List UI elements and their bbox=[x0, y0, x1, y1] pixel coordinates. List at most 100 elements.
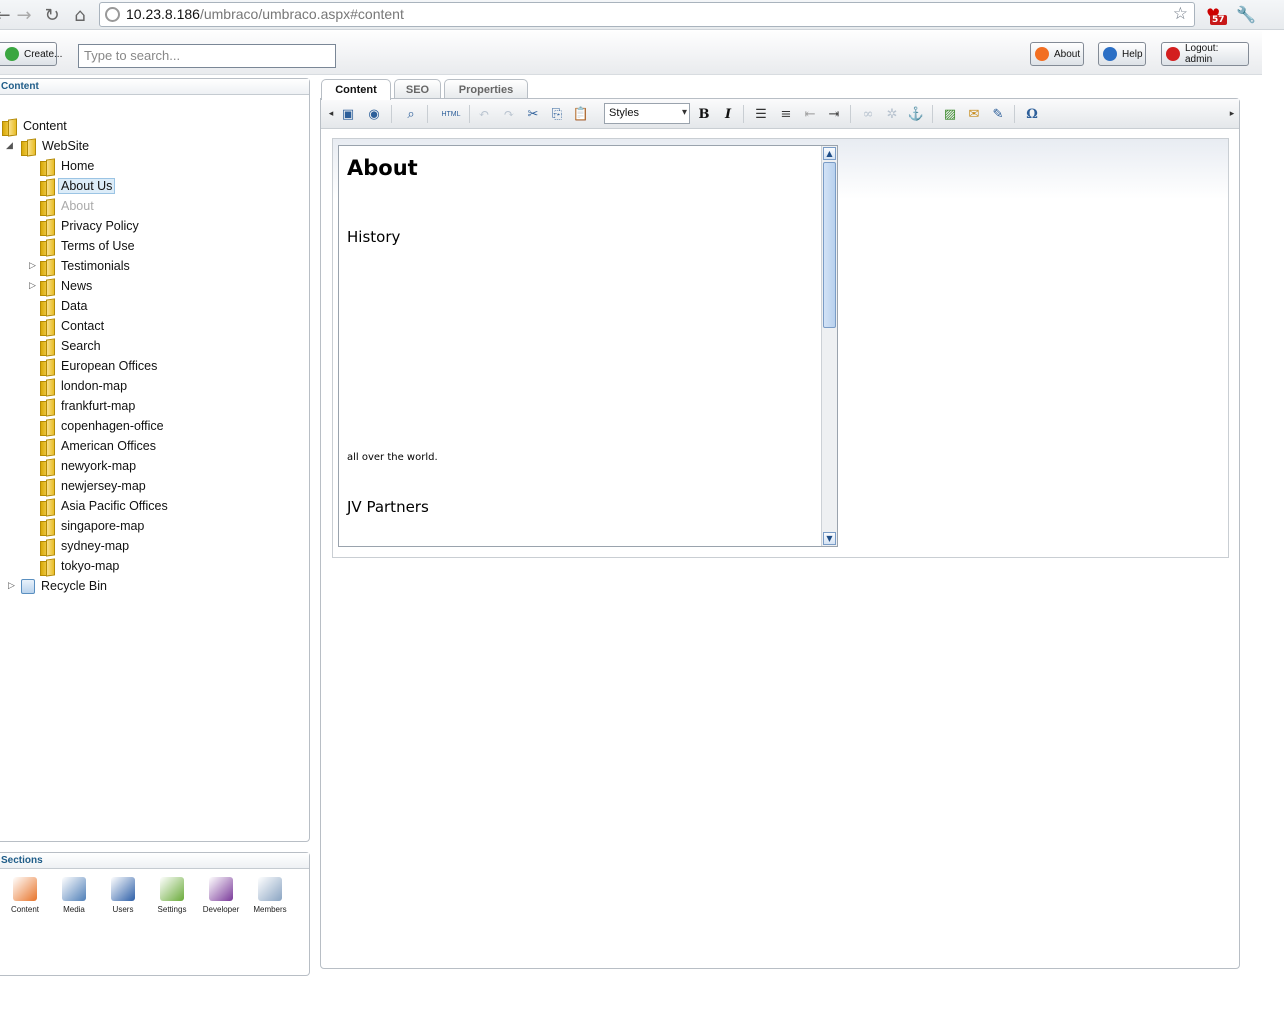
save-publish-icon[interactable]: ◉ bbox=[366, 106, 382, 122]
extension-icon[interactable]: ♥ 57 bbox=[1204, 4, 1227, 26]
outdent-icon[interactable]: ⇤ bbox=[802, 106, 818, 122]
section-users[interactable]: Users bbox=[103, 877, 143, 914]
back-icon[interactable]: ← bbox=[0, 4, 14, 26]
tree-item[interactable]: frankfurt-map bbox=[28, 396, 135, 416]
tree-item[interactable]: newjersey-map bbox=[28, 476, 146, 496]
developer-section-icon bbox=[209, 877, 233, 901]
reload-icon[interactable]: ↻ bbox=[41, 4, 63, 26]
italic-label: I bbox=[724, 106, 732, 122]
indent-icon[interactable]: ⇥ bbox=[826, 106, 842, 122]
tab-seo[interactable]: SEO bbox=[394, 79, 441, 99]
rich-text-editor[interactable]: About History all over the world. JV Par… bbox=[338, 145, 838, 547]
collapse-arrow-icon[interactable]: ▷ bbox=[8, 580, 15, 591]
section-label: Users bbox=[112, 905, 134, 914]
folder-icon bbox=[40, 439, 55, 456]
section-content[interactable]: Content bbox=[5, 877, 45, 914]
tree-item-label: frankfurt-map bbox=[61, 399, 136, 413]
about-button[interactable]: About bbox=[1030, 42, 1084, 66]
folder-icon bbox=[40, 519, 55, 536]
tree-item-website[interactable]: ◢ WebSite bbox=[6, 136, 89, 156]
wrench-icon[interactable]: 🔧 bbox=[1236, 5, 1256, 24]
scroll-up-icon[interactable]: ▲ bbox=[823, 147, 836, 160]
tree-panel-title: Content bbox=[0, 79, 309, 95]
tree-item[interactable]: tokyo-map bbox=[28, 556, 119, 576]
section-settings[interactable]: Settings bbox=[152, 877, 192, 914]
tree-item-label: Asia Pacific Offices bbox=[61, 499, 168, 513]
logout-button[interactable]: Logout: admin bbox=[1161, 42, 1249, 66]
tree-item[interactable]: Search bbox=[28, 336, 101, 356]
tree-item[interactable]: copenhagen-office bbox=[28, 416, 164, 436]
tree-item-recycle-bin[interactable]: ▷ Recycle Bin bbox=[7, 576, 107, 596]
editor-scrollbar[interactable]: ▲ ▼ bbox=[821, 146, 837, 546]
tree-item[interactable]: london-map bbox=[28, 376, 127, 396]
tree-item[interactable]: singapore-map bbox=[28, 516, 144, 536]
tree-item[interactable]: About bbox=[28, 196, 94, 216]
unlink-icon[interactable]: ✲ bbox=[884, 106, 900, 122]
tree-item[interactable]: newyork-map bbox=[28, 456, 136, 476]
tree-item[interactable]: ▷ Testimonials bbox=[28, 256, 130, 276]
preview-icon[interactable]: ⌕ bbox=[403, 106, 419, 122]
section-members[interactable]: Members bbox=[250, 877, 290, 914]
tree-item[interactable]: Terms of Use bbox=[28, 236, 135, 256]
document-paragraph[interactable]: all over the world. bbox=[347, 452, 438, 463]
bold-icon[interactable]: B bbox=[696, 106, 712, 122]
toolbar-scroll-left-icon[interactable]: ◂ bbox=[323, 106, 339, 122]
expand-arrow-icon[interactable]: ◢ bbox=[6, 140, 13, 151]
bullet-list-icon[interactable]: ☰ bbox=[753, 106, 769, 122]
redo-icon[interactable]: ↷ bbox=[501, 106, 517, 122]
tree-item[interactable]: Data bbox=[28, 296, 87, 316]
cut-icon[interactable]: ✂ bbox=[525, 106, 541, 122]
tree-item-label: newyork-map bbox=[61, 459, 137, 473]
tree-item[interactable]: Asia Pacific Offices bbox=[28, 496, 168, 516]
search-input[interactable]: Type to search... bbox=[78, 44, 336, 68]
tree-item[interactable]: American Offices bbox=[28, 436, 156, 456]
numbered-list-icon[interactable]: ≡ bbox=[778, 106, 794, 122]
address-bar[interactable]: 10.23.8.186/umbraco/umbraco.aspx#content… bbox=[99, 2, 1195, 27]
create-button[interactable]: Create... bbox=[0, 42, 62, 66]
toolbar-scroll-right-icon[interactable]: ▸ bbox=[1224, 106, 1240, 122]
folder-icon bbox=[40, 419, 55, 436]
folder-icon bbox=[40, 239, 55, 256]
tree-item[interactable]: Home bbox=[28, 156, 94, 176]
document-heading[interactable]: About bbox=[347, 156, 418, 180]
tree-item[interactable]: sydney-map bbox=[28, 536, 129, 556]
section-media[interactable]: Media bbox=[54, 877, 94, 914]
section-developer[interactable]: Developer bbox=[201, 877, 241, 914]
tree-item[interactable]: Privacy Policy bbox=[28, 216, 139, 236]
tree-item[interactable]: European Offices bbox=[28, 356, 157, 376]
special-character-icon[interactable]: Ω bbox=[1024, 106, 1040, 122]
tree-item-label: london-map bbox=[61, 379, 128, 393]
tree-item[interactable]: About Us bbox=[28, 176, 116, 196]
styles-dropdown[interactable]: Styles bbox=[604, 103, 690, 124]
tree-item-content-root[interactable]: Content bbox=[2, 116, 67, 136]
tree-item[interactable]: ▷ News bbox=[28, 276, 92, 296]
undo-icon[interactable]: ↶ bbox=[476, 106, 492, 122]
folder-icon bbox=[40, 379, 55, 396]
forward-icon[interactable]: → bbox=[13, 4, 35, 26]
anchor-icon[interactable]: ⚓ bbox=[908, 106, 924, 122]
html-source-icon[interactable]: HTML bbox=[440, 106, 462, 122]
italic-icon[interactable]: I bbox=[720, 106, 736, 122]
expand-arrow-icon[interactable]: ▷ bbox=[29, 280, 36, 291]
bookmark-star-icon[interactable]: ☆ bbox=[1173, 4, 1188, 24]
home-icon[interactable]: ⌂ bbox=[69, 4, 91, 26]
tab-content[interactable]: Content bbox=[321, 79, 391, 100]
copy-icon[interactable]: ⎘ bbox=[549, 106, 565, 122]
save-icon[interactable]: ▣ bbox=[340, 106, 356, 122]
extension-badge: 57 bbox=[1210, 15, 1227, 25]
link-icon[interactable]: ∞ bbox=[860, 106, 876, 122]
special-character-label: Ω bbox=[1026, 106, 1038, 122]
tab-properties[interactable]: Properties bbox=[444, 79, 528, 99]
document-subheading-history[interactable]: History bbox=[347, 228, 400, 246]
scroll-down-icon[interactable]: ▼ bbox=[823, 532, 836, 545]
expand-arrow-icon[interactable]: ▷ bbox=[29, 260, 36, 271]
insert-macro-icon[interactable]: ✉ bbox=[966, 106, 982, 122]
paste-icon[interactable]: 📋 bbox=[573, 106, 589, 122]
document-subheading-partners[interactable]: JV Partners bbox=[347, 498, 429, 516]
tree-item[interactable]: Contact bbox=[28, 316, 104, 336]
scrollbar-thumb[interactable] bbox=[823, 162, 836, 328]
insert-image-icon[interactable]: ▨ bbox=[942, 106, 958, 122]
insert-form-icon[interactable]: ✎ bbox=[990, 106, 1006, 122]
help-button[interactable]: Help bbox=[1098, 42, 1146, 66]
folder-icon bbox=[40, 299, 55, 316]
